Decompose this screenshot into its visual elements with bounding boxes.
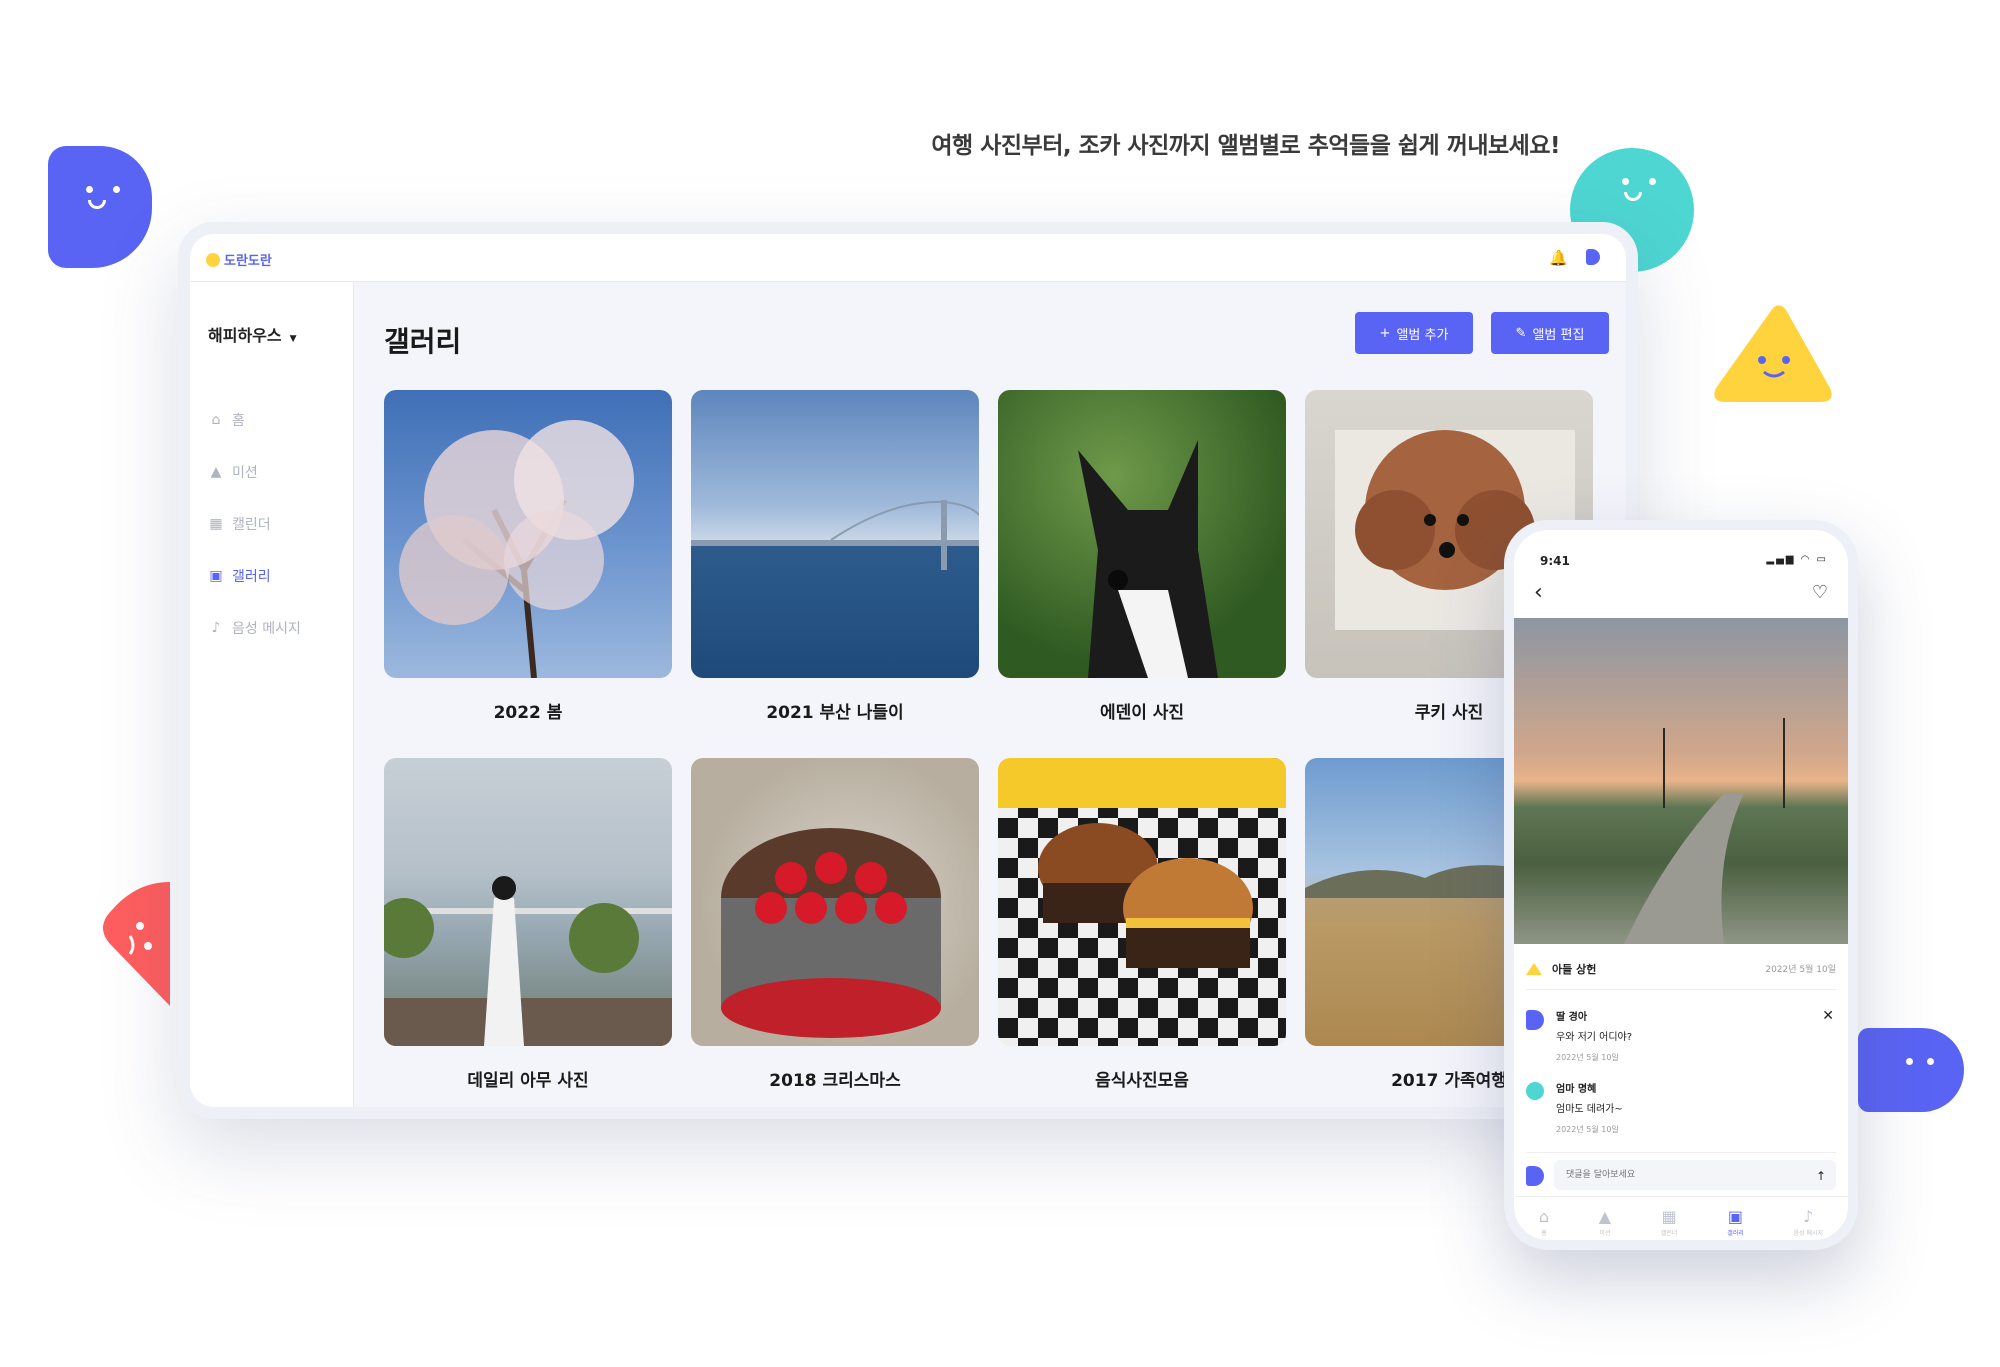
red-mascot [103,882,170,1006]
album-card[interactable]: 에덴이 사진 [998,390,1286,723]
album-title: 데일리 아무 사진 [467,1071,589,1091]
plus-icon: + [1379,325,1391,341]
sidebar-item-voice[interactable]: ♪ 음성 메시지 [208,602,301,654]
sidebar-item-mission[interactable]: ▲ 미션 [208,446,301,498]
comment-avatar [1526,1010,1544,1030]
send-icon[interactable]: ↑ [1816,1169,1826,1183]
album-card[interactable]: 2018 크리스마스 [691,758,979,1091]
sidebar-nav: ⌂ 홈 ▲ 미션 ▦ 캘린더 ▣ 갤러리 ♪ 음성 메시지 [208,394,301,654]
blue-mascot-right [1858,1028,1964,1112]
comment-text: 우와 저기 어디야? [1556,1032,1633,1043]
sidebar-item-calendar[interactable]: ▦ 캘린더 [208,498,301,550]
status-icons: ▂▄▆ ◠ ▭ [1766,554,1828,565]
mic-icon: ♪ [211,620,221,636]
comment-item: 딸 경아 우와 저기 어디야? 2022년 5월 10일 ✕ [1526,1008,1836,1068]
tab-voice[interactable]: ♪ 음성 메시지 [1794,1207,1824,1240]
sidebar-item-gallery[interactable]: ▣ 갤러리 [208,550,301,602]
album-thumbnail[interactable] [998,758,1286,1046]
gallery-icon: ▣ [209,568,223,584]
album-thumbnail[interactable] [384,758,672,1046]
mission-icon: ▲ [1598,1207,1612,1226]
avatar[interactable] [1586,249,1600,265]
comment-author: 딸 경아 [1556,1012,1588,1023]
home-icon: ⌂ [211,412,221,428]
album-card[interactable]: 음식사진모음 [998,758,1286,1091]
sidebar-item-home[interactable]: ⌂ 홈 [208,394,301,446]
mic-icon: ♪ [1803,1207,1814,1226]
calendar-icon: ▦ [1661,1207,1677,1226]
yellow-mascot [1714,305,1832,402]
album-title: 2022 봄 [493,703,563,723]
comment-item: 엄마 명혜 엄마도 데려가~ 2022년 5월 10일 [1526,1080,1836,1140]
comment-date: 2022년 5월 10일 [1556,1053,1619,1062]
album-card[interactable]: 2022 봄 [384,390,672,723]
blue-mascot [48,146,152,268]
page-title: 갤러리 [384,325,462,358]
sidebar: 해피하우스 ▼ ⌂ 홈 ▲ 미션 ▦ 캘린더 ▣ 갤러리 ♪ 음성 메시지 [190,282,354,1107]
comment-date: 2022년 5월 10일 [1556,1125,1619,1134]
gallery-icon: ▣ [1727,1207,1744,1226]
logo-icon [206,252,220,267]
tab-calendar[interactable]: ▦ 캘린더 [1661,1207,1678,1240]
comment-text: 엄마도 데려가~ [1556,1104,1623,1115]
comment-input-row: ↑ [1526,1152,1836,1190]
stage: 여행 사진부터, 조카 사진까지 앨범별로 추억들을 쉽게 꺼내보세요! 도란도… [0,0,2000,1367]
album-thumbnail[interactable] [384,390,672,678]
tagline: 여행 사진부터, 조카 사진까지 앨범별로 추억들을 쉽게 꺼내보세요! [931,133,1560,159]
tab-home[interactable]: ⌂ 홈 [1538,1207,1550,1240]
phone-frame: 9:41 ▂▄▆ ◠ ▭ ‹ ♡ 아들 상헌 2022년 5월 10일 딸 경아… [1504,520,1858,1250]
comment-author: 엄마 명혜 [1556,1084,1597,1095]
back-icon[interactable]: ‹ [1534,580,1543,605]
home-icon: ⌂ [1538,1207,1550,1226]
album-title: 에덴이 사진 [1099,703,1185,723]
edit-album-button[interactable]: ✎ 앨범 편집 [1491,312,1609,354]
post-author-row: 아들 상헌 2022년 5월 10일 [1526,958,1836,990]
tab-bar: ⌂ 홈 ▲ 미션 ▦ 캘린더 ▣ 갤러리 ♪ 음성 메시지 [1514,1196,1848,1240]
post-author: 아들 상헌 [1526,961,1596,977]
pencil-icon: ✎ [1515,325,1527,341]
album-title: 2018 크리스마스 [769,1071,901,1091]
close-icon[interactable]: ✕ [1822,1008,1834,1024]
status-time: 9:41 [1540,554,1570,568]
album-thumbnail[interactable] [691,758,979,1046]
album-title: 음식사진모음 [1095,1071,1189,1091]
album-thumbnail[interactable] [998,390,1286,678]
mission-icon: ▲ [210,464,222,480]
family-selector[interactable]: 해피하우스 ▼ [208,322,297,346]
heart-icon[interactable]: ♡ [1812,582,1828,603]
tab-gallery[interactable]: ▣ 갤러리 [1727,1207,1744,1240]
calendar-icon: ▦ [209,516,223,532]
bell-icon[interactable]: 🔔 [1549,249,1568,267]
top-bar: 도란도란 🔔 [190,234,1626,282]
tab-mission[interactable]: ▲ 미션 [1598,1207,1612,1240]
album-card[interactable]: 2021 부산 나들이 [691,390,979,723]
author-avatar [1526,962,1542,975]
album-title: 2021 부산 나들이 [766,703,904,723]
post-date: 2022년 5월 10일 [1765,965,1836,975]
comment-avatar [1526,1082,1544,1100]
main-content: 갤러리 + 앨범 추가 ✎ 앨범 편집 2022 봄 2021 부산 나들이 에… [354,282,1626,1107]
album-thumbnail[interactable] [691,390,979,678]
album-card[interactable]: 데일리 아무 사진 [384,758,672,1091]
comment-input[interactable] [1554,1159,1836,1190]
tablet-frame: 도란도란 🔔 해피하우스 ▼ ⌂ 홈 ▲ 미션 ▦ 캘린더 ▣ 갤러리 ♪ 음성… [178,222,1638,1119]
my-avatar [1526,1165,1544,1186]
add-album-button[interactable]: + 앨범 추가 [1355,312,1473,354]
app-logo[interactable]: 도란도란 [206,250,272,269]
caret-down-icon: ▼ [289,334,297,344]
post-photo [1514,618,1848,944]
